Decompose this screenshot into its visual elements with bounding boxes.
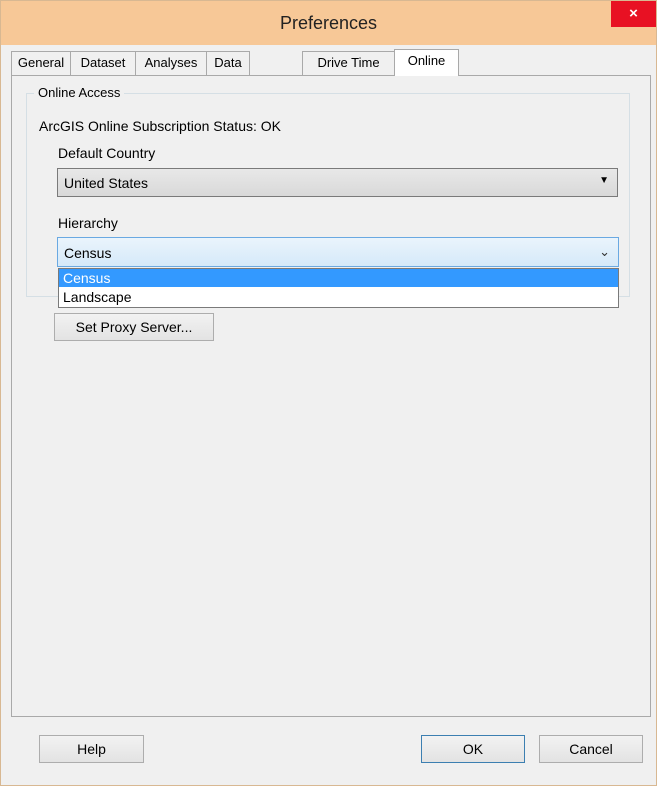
- hierarchy-label: Hierarchy: [58, 215, 118, 231]
- dropdown-arrow-icon: ▼: [599, 175, 609, 186]
- tab-analyses[interactable]: Analyses: [135, 51, 207, 75]
- online-access-legend: Online Access: [34, 85, 125, 100]
- hierarchy-dropdown-list: Census Landscape: [58, 268, 619, 308]
- chevron-down-icon: ⌄: [599, 244, 610, 259]
- subscription-status-text: ArcGIS Online Subscription Status: OK: [39, 118, 281, 134]
- dialog-title: Preferences: [279, 13, 378, 33]
- default-country-label: Default Country: [58, 145, 156, 161]
- help-button[interactable]: Help: [39, 735, 144, 763]
- close-icon: ×: [629, 5, 638, 22]
- tab-data[interactable]: Data: [206, 51, 250, 75]
- ok-button[interactable]: OK: [421, 735, 525, 763]
- tab-strip: General Dataset Analyses Data Drive Time…: [11, 49, 651, 76]
- title-bar[interactable]: Preferences ×: [1, 1, 656, 45]
- hierarchy-option-census[interactable]: Census: [59, 269, 618, 287]
- tab-general[interactable]: General: [11, 51, 71, 75]
- preferences-dialog: Preferences × General Dataset Analyses D…: [0, 0, 657, 786]
- hierarchy-select[interactable]: Census ⌄: [57, 237, 619, 267]
- tab-dataset[interactable]: Dataset: [70, 51, 136, 75]
- set-proxy-server-button[interactable]: Set Proxy Server...: [54, 313, 214, 341]
- cancel-button[interactable]: Cancel: [539, 735, 643, 763]
- default-country-value: United States: [64, 175, 149, 191]
- close-button[interactable]: ×: [611, 1, 656, 27]
- default-country-select[interactable]: United States ▼: [57, 168, 618, 197]
- tab-drive-time[interactable]: Drive Time: [302, 51, 395, 75]
- hierarchy-option-landscape[interactable]: Landscape: [59, 288, 618, 306]
- hierarchy-value: Census: [64, 245, 112, 261]
- tab-online[interactable]: Online: [394, 49, 459, 76]
